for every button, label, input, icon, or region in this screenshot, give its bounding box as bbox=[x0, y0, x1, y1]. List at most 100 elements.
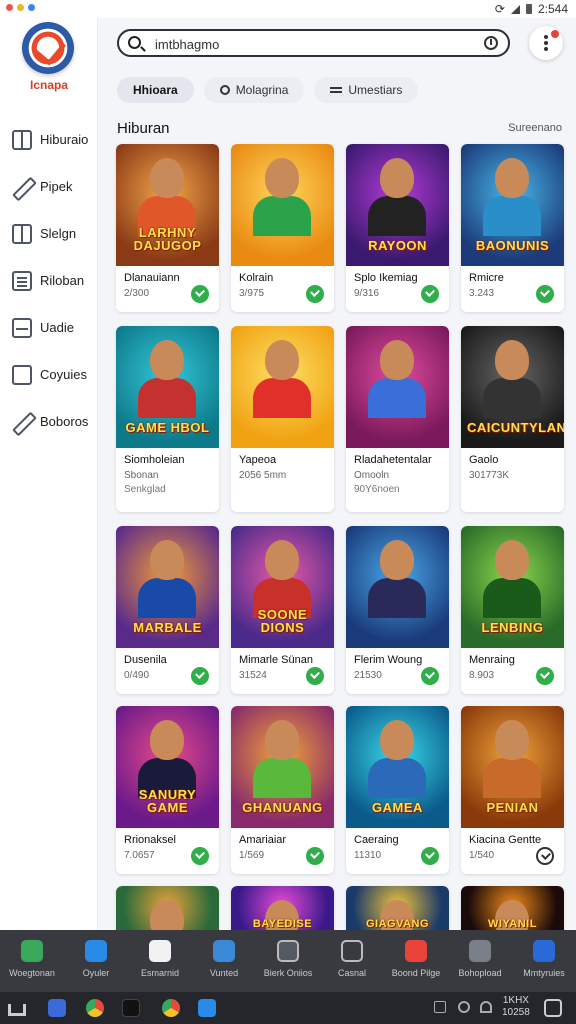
game-title: Rrionaksel bbox=[124, 834, 176, 846]
chip-umestiars[interactable]: Umestiars bbox=[314, 77, 419, 103]
installed-check-icon[interactable] bbox=[191, 285, 209, 303]
character-art bbox=[368, 758, 426, 798]
game-card[interactable]: CAICUNTYLAN Gaolo 301773K bbox=[461, 326, 564, 512]
clock-icon[interactable] bbox=[484, 36, 498, 50]
game-card[interactable]: GAME HBOL Siomholeian Sbonan Senkglad bbox=[116, 326, 219, 512]
dock-app-2[interactable]: Esmarnid bbox=[128, 930, 192, 992]
dock-app-4[interactable]: Bierk Oniios bbox=[256, 930, 320, 992]
home-icon[interactable] bbox=[8, 1004, 26, 1016]
search-bar[interactable]: imtbhagmo bbox=[117, 29, 510, 57]
game-title-art: SANURY GAME bbox=[138, 787, 197, 815]
app-logo[interactable] bbox=[22, 22, 74, 74]
dock-app-label: Esmarnid bbox=[140, 968, 179, 978]
game-card[interactable]: Kolrain 3/975 bbox=[231, 144, 334, 312]
game-thumbnail[interactable]: BAONUNIS bbox=[461, 144, 564, 266]
sidebar-item-hiburaio[interactable]: Hiburaio bbox=[0, 116, 98, 163]
dock-app-8[interactable]: Mmtyruies bbox=[512, 930, 576, 992]
installed-check-icon[interactable] bbox=[191, 847, 209, 865]
game-thumbnail[interactable]: GAME HBOL bbox=[116, 326, 219, 448]
game-thumbnail[interactable] bbox=[231, 144, 334, 266]
character-art bbox=[253, 758, 311, 798]
chip-molagrina[interactable]: Molagrina bbox=[203, 77, 305, 103]
installed-check-icon[interactable] bbox=[421, 285, 439, 303]
game-thumbnail[interactable]: BAYEDISE bbox=[231, 886, 334, 936]
dock-app-7[interactable]: Bohopload bbox=[448, 930, 512, 992]
game-thumbnail[interactable] bbox=[231, 326, 334, 448]
installed-check-icon[interactable] bbox=[421, 667, 439, 685]
sidebar-item-pipek[interactable]: Pipek bbox=[0, 163, 98, 210]
dock-app-6[interactable]: Boond Pilge bbox=[384, 930, 448, 992]
game-card[interactable]: GHANUANG Amariaiar 1/569 bbox=[231, 706, 334, 874]
dock-app-0[interactable]: Woegtonan bbox=[0, 930, 64, 992]
dark-app-icon[interactable] bbox=[122, 999, 140, 1017]
game-card[interactable]: RAYOON Splo Ikemiag 9/316 bbox=[346, 144, 449, 312]
character-face bbox=[150, 158, 184, 198]
game-card[interactable]: BAYEDISE bbox=[231, 886, 334, 936]
game-card[interactable]: GIAGVANG bbox=[346, 886, 449, 936]
wifi-icon[interactable] bbox=[480, 1001, 492, 1013]
game-meta: 2056 5mm bbox=[239, 470, 287, 481]
game-thumbnail[interactable]: SANURY GAME bbox=[116, 706, 219, 828]
game-thumbnail[interactable]: GIAGVANG bbox=[346, 886, 449, 936]
game-thumbnail[interactable]: CAICUNTYLAN bbox=[461, 326, 564, 448]
game-thumbnail[interactable] bbox=[116, 886, 219, 936]
more-menu-button[interactable] bbox=[529, 26, 563, 60]
game-card[interactable] bbox=[116, 886, 219, 936]
menu-lines-icon bbox=[330, 91, 343, 93]
installed-check-icon[interactable] bbox=[191, 667, 209, 685]
installed-check-icon[interactable] bbox=[421, 847, 439, 865]
game-thumbnail[interactable]: LARHNY DAJUGOP bbox=[116, 144, 219, 266]
section-see-all-link[interactable]: Sureenano bbox=[508, 122, 562, 134]
active-app-icon[interactable] bbox=[198, 999, 216, 1017]
sidebar-item-coyuies[interactable]: Coyuies bbox=[0, 351, 98, 398]
game-thumbnail[interactable]: WIYANIL bbox=[461, 886, 564, 936]
game-thumbnail[interactable] bbox=[346, 526, 449, 648]
game-card[interactable]: Yapeoa 2056 5mm bbox=[231, 326, 334, 512]
dock-app-3[interactable]: Vunted bbox=[192, 930, 256, 992]
chrome-icon[interactable] bbox=[86, 999, 104, 1017]
chip-hhioara[interactable]: Hhioara bbox=[117, 77, 194, 103]
game-card[interactable]: SOONE DIONS Mimarle Sünan 31524 bbox=[231, 526, 334, 694]
game-card[interactable]: Flerim Woung 21530 bbox=[346, 526, 449, 694]
bluetooth-icon[interactable] bbox=[434, 1001, 446, 1013]
game-card[interactable]: LARHNY DAJUGOP Dlanauiann 2/300 bbox=[116, 144, 219, 312]
game-card[interactable]: BAONUNIS Rmicre 3.243 bbox=[461, 144, 564, 312]
game-thumbnail[interactable] bbox=[346, 326, 449, 448]
game-thumbnail[interactable]: GAMEA bbox=[346, 706, 449, 828]
sidebar-item-uadie[interactable]: Uadie bbox=[0, 304, 98, 351]
dot-yellow[interactable] bbox=[17, 4, 24, 11]
game-card[interactable]: Rladahetentalar Omooln 90Y6noen bbox=[346, 326, 449, 512]
game-title-art: LENBING bbox=[481, 620, 544, 635]
game-card[interactable]: MARBALE Dusenila 0/490 bbox=[116, 526, 219, 694]
game-thumbnail[interactable]: GHANUANG bbox=[231, 706, 334, 828]
installed-check-icon[interactable] bbox=[536, 847, 554, 865]
installed-check-icon[interactable] bbox=[306, 285, 324, 303]
game-thumbnail[interactable]: SOONE DIONS bbox=[231, 526, 334, 648]
game-card[interactable]: PENIAN Kiacina Gentte 1/540 bbox=[461, 706, 564, 874]
search-input[interactable]: imtbhagmo bbox=[155, 37, 219, 52]
installed-check-icon[interactable] bbox=[536, 285, 554, 303]
sidebar-item-boboros[interactable]: Boboros bbox=[0, 398, 98, 445]
game-thumbnail[interactable]: PENIAN bbox=[461, 706, 564, 828]
dot-red[interactable] bbox=[6, 4, 13, 11]
game-card[interactable]: GAMEA Caeraing 11310 bbox=[346, 706, 449, 874]
chrome-icon[interactable] bbox=[162, 999, 180, 1017]
dot-blue[interactable] bbox=[28, 4, 35, 11]
dock-app-5[interactable]: Casnal bbox=[320, 930, 384, 992]
game-card[interactable]: LENBING Menraing 8.903 bbox=[461, 526, 564, 694]
settings-icon[interactable] bbox=[458, 1001, 470, 1013]
game-thumbnail[interactable]: LENBING bbox=[461, 526, 564, 648]
game-thumbnail[interactable]: RAYOON bbox=[346, 144, 449, 266]
chat-icon[interactable] bbox=[544, 999, 562, 1017]
game-card[interactable]: WIYANIL bbox=[461, 886, 564, 936]
game-thumbnail[interactable]: MARBALE bbox=[116, 526, 219, 648]
calendar-icon[interactable] bbox=[48, 999, 66, 1017]
dock-app-1[interactable]: Oyuler bbox=[64, 930, 128, 992]
game-card[interactable]: SANURY GAME Rrionaksel 7.0657 bbox=[116, 706, 219, 874]
installed-check-icon[interactable] bbox=[306, 667, 324, 685]
sidebar-item-slelgn[interactable]: Slelgn bbox=[0, 210, 98, 257]
dock-app-label: Vunted bbox=[209, 968, 239, 978]
installed-check-icon[interactable] bbox=[536, 667, 554, 685]
installed-check-icon[interactable] bbox=[306, 847, 324, 865]
sidebar-item-riloban[interactable]: Riloban bbox=[0, 257, 98, 304]
